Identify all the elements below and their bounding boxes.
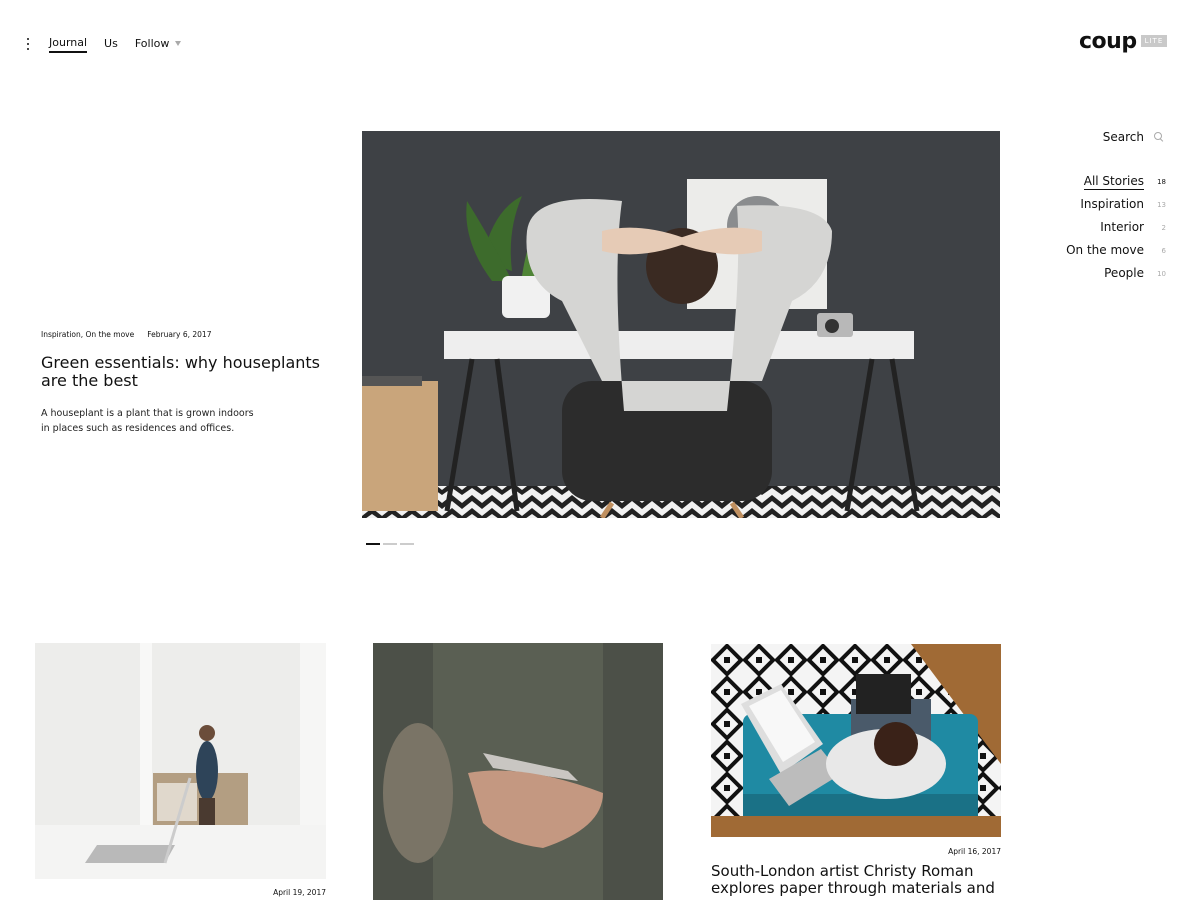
main-nav: Journal Us Follow: [49, 36, 198, 53]
category-count: 13: [1157, 200, 1166, 209]
slider-dot[interactable]: [400, 543, 414, 545]
featured-excerpt: A houseplant is a plant that is grown in…: [41, 406, 271, 436]
featured-date: February 6, 2017: [147, 330, 212, 339]
category-label: Inspiration: [1080, 197, 1144, 211]
featured-meta: Inspiration, On the move February 6, 201…: [41, 330, 211, 339]
phone-photo: [373, 643, 663, 900]
post-card-image[interactable]: [373, 643, 663, 900]
slider-dots: [366, 543, 417, 545]
category-count: 2: [1161, 223, 1166, 232]
category-interior[interactable]: Interior 2: [1006, 216, 1166, 239]
post-card-date: April 16, 2017: [948, 847, 1001, 856]
more-menu-icon[interactable]: [24, 38, 32, 50]
category-label: Interior: [1100, 220, 1144, 234]
category-inspiration[interactable]: Inspiration 13: [1006, 193, 1166, 216]
post-card-image[interactable]: [35, 643, 326, 879]
logo-wordmark: coup: [1079, 29, 1137, 54]
category-label: People: [1104, 266, 1144, 280]
featured-categories[interactable]: Inspiration, On the move: [41, 330, 134, 339]
category-people[interactable]: People 10: [1006, 262, 1166, 285]
category-count: 10: [1157, 269, 1166, 278]
sofa-photo: [711, 644, 1001, 837]
slider-dot[interactable]: [383, 543, 397, 545]
excerpt-line: A houseplant is a plant that is grown in…: [41, 408, 254, 419]
site-logo[interactable]: coup LITE: [1079, 29, 1168, 54]
category-list: All Stories 18 Inspiration 13 Interior 2…: [1006, 170, 1166, 285]
category-count: 18: [1157, 177, 1166, 186]
featured-title[interactable]: Green essentials: why houseplants are th…: [41, 354, 321, 390]
search-label: Search: [1102, 130, 1144, 144]
post-card-image[interactable]: [711, 644, 1001, 837]
category-on-the-move[interactable]: On the move 6: [1006, 239, 1166, 262]
post-card-date: April 19, 2017: [273, 888, 326, 897]
logo-badge: LITE: [1140, 35, 1168, 47]
category-count: 6: [1161, 246, 1166, 255]
nav-follow[interactable]: Follow: [135, 37, 182, 52]
category-all-stories[interactable]: All Stories 18: [1006, 170, 1166, 193]
post-card-title[interactable]: South-London artist Christy Roman explor…: [711, 863, 1001, 897]
category-label: All Stories: [1083, 173, 1144, 190]
nav-journal[interactable]: Journal: [49, 36, 88, 53]
office-photo: [35, 643, 326, 879]
search-icon: [1154, 132, 1164, 142]
category-label: On the move: [1066, 243, 1144, 257]
nav-us[interactable]: Us: [104, 37, 118, 52]
featured-photo: [362, 131, 1000, 518]
nav-follow-label: Follow: [134, 37, 170, 50]
chevron-down-icon: [175, 41, 182, 46]
search-toggle[interactable]: Search: [1103, 130, 1164, 144]
excerpt-line: in places such as residences and offices…: [41, 423, 235, 434]
featured-image[interactable]: [362, 131, 1000, 518]
slider-dot[interactable]: [366, 543, 380, 545]
